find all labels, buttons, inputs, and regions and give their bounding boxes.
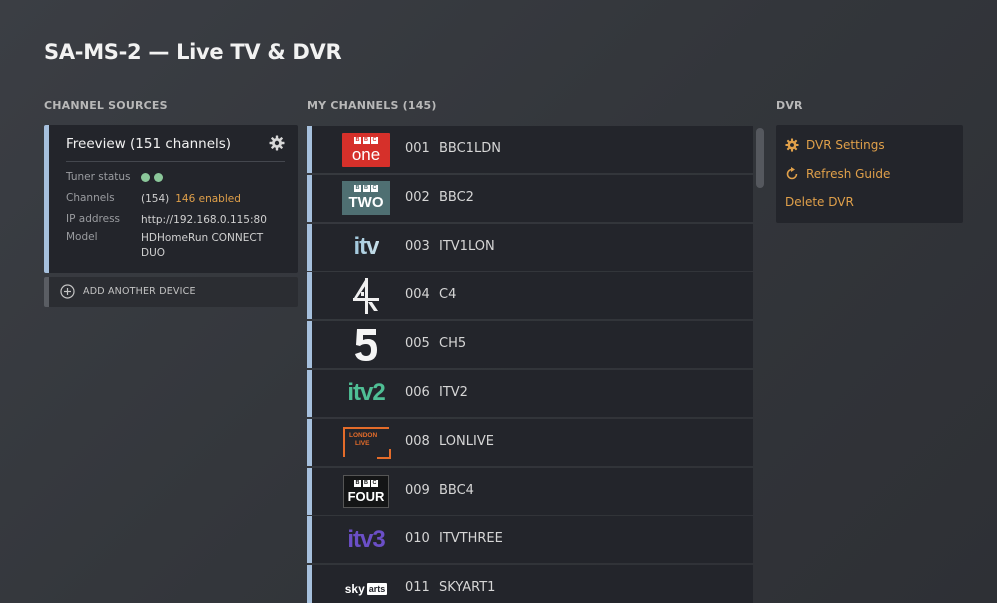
gear-icon[interactable]: [269, 135, 285, 151]
gear-icon: [785, 138, 799, 152]
tuner-status-dot: [141, 172, 150, 182]
dvr-settings-label: DVR Settings: [806, 138, 885, 152]
channels-enabled-link[interactable]: 146 enabled: [175, 193, 241, 205]
tuner-status-label: Tuner status: [66, 171, 131, 183]
channel-number: 011: [405, 580, 430, 596]
channel-name: ITVTHREE: [439, 531, 503, 547]
channel-logo-channel-4: [338, 277, 394, 314]
section-heading-sources: CHANNEL SOURCES: [44, 99, 168, 112]
channel-row[interactable]: sky arts 011 SKYART1: [307, 565, 753, 603]
channel-name: LONLIVE: [439, 433, 494, 449]
channels-scrollbar-thumb[interactable]: [756, 128, 764, 188]
model-value-line1: HDHomeRun CONNECT: [141, 232, 264, 244]
channel-row[interactable]: BBC TWO 002 BBC2: [307, 174, 753, 222]
channel-row[interactable]: 004 C4: [307, 272, 753, 320]
channels-count: (154): [141, 193, 170, 205]
refresh-icon: [785, 167, 799, 181]
plus-circle-icon: [60, 284, 75, 299]
channel-logo-sky-arts: sky arts: [344, 581, 388, 596]
channel-name: BBC2: [439, 189, 474, 205]
ip-address-value: http://192.168.0.115:80: [141, 214, 267, 226]
channel-number: 008: [405, 433, 430, 449]
model-value-line2: DUO: [141, 247, 166, 259]
model-label: Model: [66, 231, 98, 243]
channel-name: ITV2: [439, 384, 468, 400]
channel-name: C4: [439, 287, 457, 303]
channel-name: BBC1LDN: [439, 141, 501, 156]
source-card[interactable]: Freeview (151 channels) Tuner status Cha…: [44, 125, 298, 273]
dvr-card: DVR Settings Refresh Guide Delete DVR: [776, 125, 963, 223]
channel-logo-itv3: itv3: [347, 525, 385, 553]
channel-number: 009: [405, 482, 430, 498]
channel-row[interactable]: BBC FOUR 009 BBC4: [307, 467, 753, 515]
channel-logo-itv2: itv2: [347, 379, 385, 407]
channel-logo-itv: itv: [353, 233, 379, 261]
channel-row[interactable]: itv 003 ITV1LON: [307, 223, 753, 271]
channel-number: 003: [405, 238, 430, 254]
channels-list: BBC one 001 BBC1LDN BBC TWO 002 BBC2 itv…: [307, 126, 753, 603]
page-title: SA-MS-2 — Live TV & DVR: [44, 40, 342, 64]
channel-number: 006: [405, 384, 430, 400]
section-heading-channels: MY CHANNELS (145): [307, 99, 437, 112]
channel-logo-bbc-one: BBC one: [338, 132, 394, 167]
channel-name: CH5: [439, 336, 467, 352]
channel-row[interactable]: 005 CH5: [307, 321, 753, 369]
channel-number: 004: [405, 287, 430, 303]
source-title: Freeview (151 channels): [66, 136, 232, 152]
channel-number: 005: [405, 336, 430, 352]
channel-name: BBC4: [439, 482, 474, 498]
source-divider: [66, 161, 285, 162]
channel-row[interactable]: BBC one 001 BBC1LDN: [307, 126, 753, 173]
refresh-guide-label: Refresh Guide: [806, 167, 891, 181]
channel-logo-bbc-four: BBC FOUR: [338, 474, 394, 509]
channel-row[interactable]: itv3 010 ITVTHREE: [307, 516, 753, 564]
channel-row[interactable]: LONDON LIVE 008 LONLIVE: [307, 418, 753, 466]
channel-row[interactable]: itv2 006 ITV2: [307, 369, 753, 417]
ip-address-label: IP address: [66, 213, 121, 225]
tuner-status-dot: [154, 172, 163, 182]
channel-name: SKYART1: [439, 580, 496, 596]
channel-logo-bbc-two: BBC TWO: [338, 181, 394, 216]
channel-number: 010: [405, 531, 430, 547]
channels-label: Channels: [66, 192, 115, 204]
channel-number: 002: [405, 189, 430, 205]
channel-logo-channel-5: [338, 327, 394, 362]
channel-name: ITV1LON: [439, 238, 495, 254]
channel-number: 001: [405, 141, 430, 156]
add-another-device-button[interactable]: ADD ANOTHER DEVICE: [44, 277, 298, 307]
section-heading-dvr: DVR: [776, 99, 803, 112]
channel-logo-london-live: LONDON LIVE: [338, 425, 394, 460]
delete-dvr-button[interactable]: Delete DVR: [785, 195, 854, 209]
add-another-device-label: ADD ANOTHER DEVICE: [83, 286, 196, 297]
